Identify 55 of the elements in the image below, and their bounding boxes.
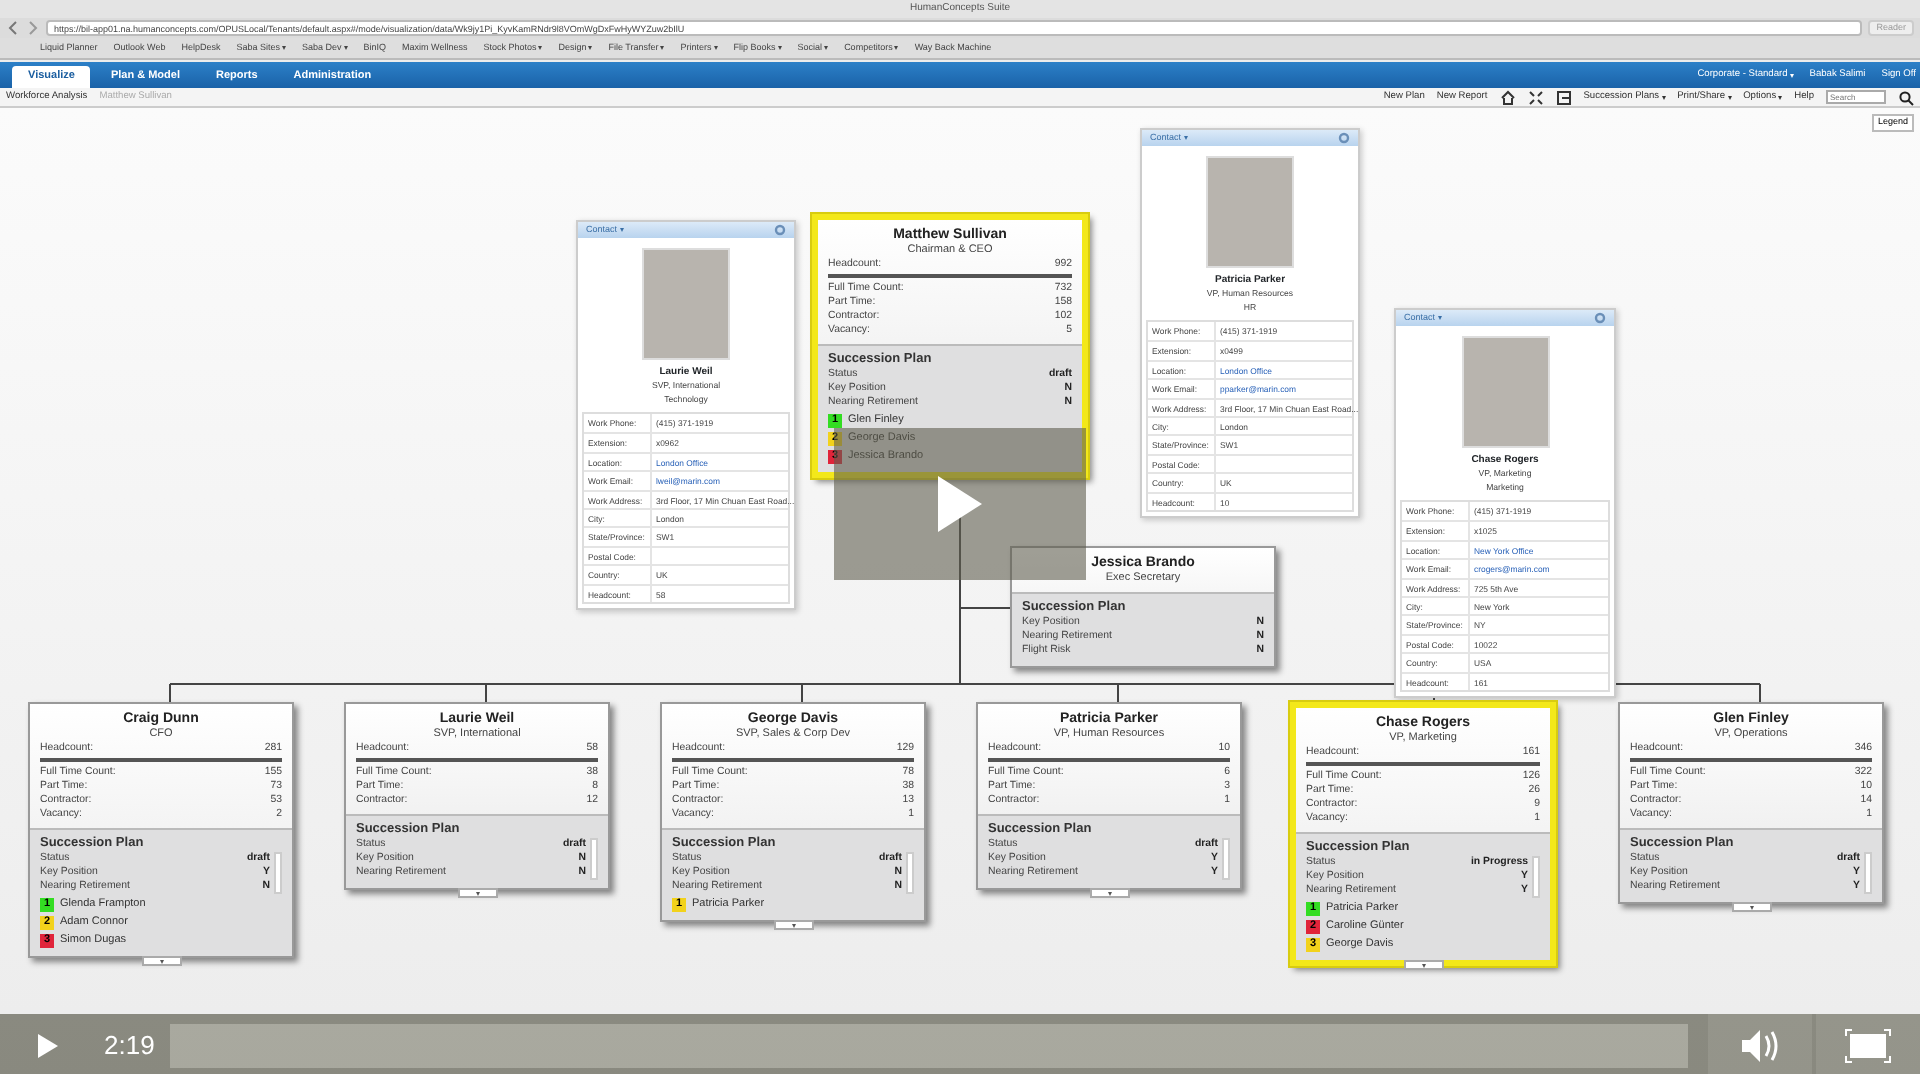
- play-icon[interactable]: [36, 1032, 60, 1060]
- play-icon[interactable]: [934, 474, 986, 534]
- caret-icon: [475, 891, 479, 895]
- forward-icon[interactable]: [26, 20, 40, 36]
- export-icon[interactable]: [1555, 89, 1572, 105]
- caret-icon: [1661, 95, 1666, 99]
- expand-tab[interactable]: [141, 956, 181, 966]
- photo-placeholder: [1206, 156, 1294, 268]
- scrollbar[interactable]: [590, 838, 598, 880]
- expand-tab[interactable]: [457, 888, 497, 898]
- photo-placeholder: [642, 248, 730, 360]
- home-icon[interactable]: [1499, 89, 1516, 105]
- caret-icon: [1421, 963, 1425, 967]
- settings-icon[interactable]: [1338, 132, 1350, 144]
- caret-icon: [777, 46, 782, 50]
- settings-icon[interactable]: [774, 224, 786, 236]
- scrollbar[interactable]: [1222, 838, 1230, 880]
- volume-icon[interactable]: [1740, 1028, 1780, 1064]
- expand-tab[interactable]: [773, 920, 813, 930]
- caret-icon: [282, 46, 286, 50]
- caret-icon: [660, 46, 665, 50]
- caret-icon: [588, 46, 593, 50]
- back-icon[interactable]: [6, 20, 20, 36]
- caret-icon: [1749, 905, 1753, 909]
- caret-icon: [343, 46, 348, 50]
- caret-icon: [713, 46, 718, 50]
- caret-icon: [1778, 95, 1783, 99]
- settings-icon[interactable]: [1594, 312, 1606, 324]
- caret-icon: [791, 923, 795, 927]
- expand-tab[interactable]: [1731, 902, 1771, 912]
- scrollbar[interactable]: [1532, 856, 1540, 898]
- caret-icon: [1727, 95, 1732, 99]
- expand-tab[interactable]: [1089, 888, 1129, 898]
- fullscreen-button[interactable]: [1816, 1014, 1920, 1074]
- scrollbar[interactable]: [906, 852, 914, 894]
- scrollbar[interactable]: [274, 852, 282, 894]
- search-icon[interactable]: [1898, 89, 1914, 105]
- fullscreen-icon[interactable]: [1844, 1028, 1892, 1064]
- caret-icon: [619, 228, 624, 232]
- scrollbar[interactable]: [1864, 852, 1872, 894]
- caret-icon: [538, 46, 543, 50]
- caret-icon: [1789, 73, 1794, 77]
- expand-tab[interactable]: [1403, 960, 1443, 970]
- caret-icon: [894, 46, 899, 50]
- volume-button[interactable]: [1708, 1014, 1812, 1074]
- play-overlay[interactable]: [834, 428, 1086, 580]
- caret-icon: [1437, 316, 1442, 320]
- video-time: 2:19: [104, 1028, 155, 1065]
- photo-placeholder: [1461, 336, 1549, 448]
- progress-track[interactable]: [170, 1024, 1688, 1068]
- caret-icon: [1107, 891, 1111, 895]
- caret-icon: [824, 46, 829, 50]
- expand-icon[interactable]: [1527, 89, 1544, 105]
- caret-icon: [159, 959, 163, 963]
- caret-icon: [1183, 136, 1188, 140]
